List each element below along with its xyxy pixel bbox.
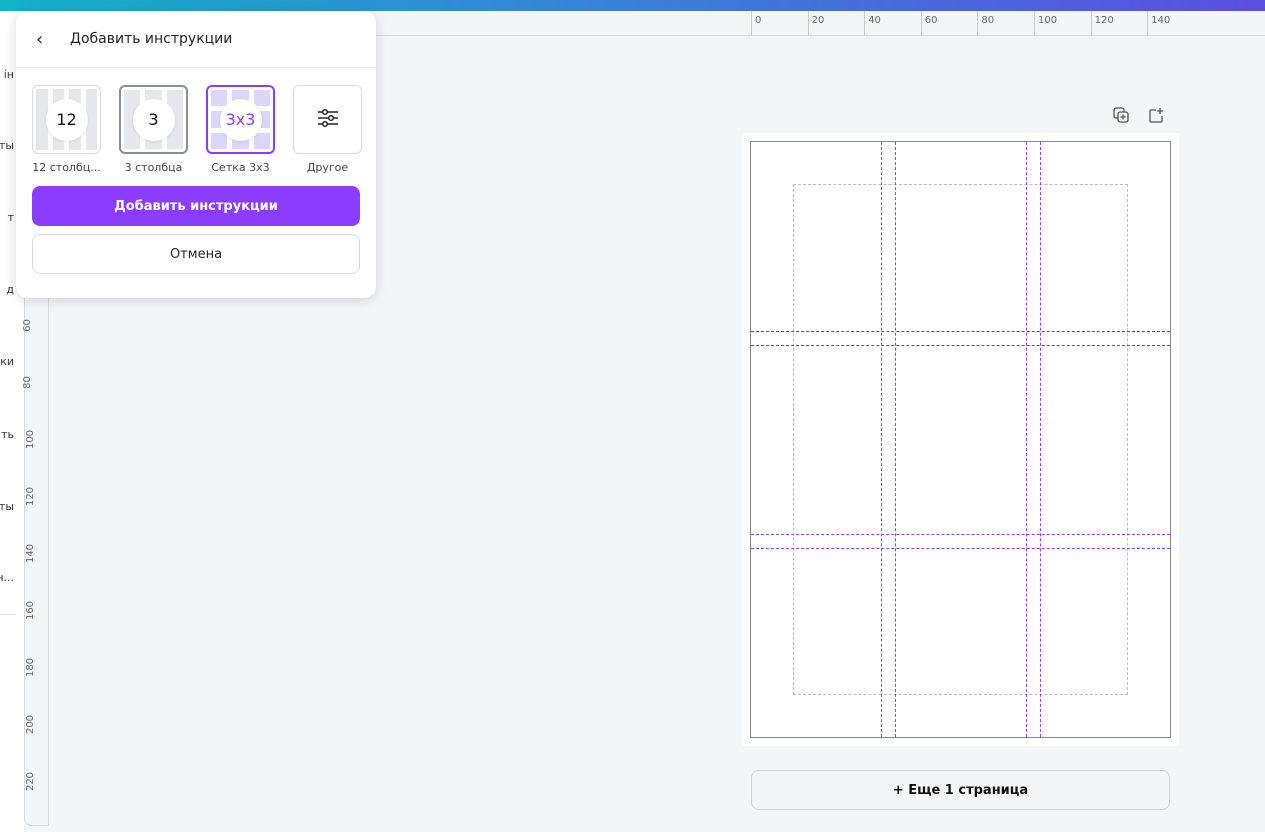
ruler-label: 180 bbox=[25, 657, 37, 678]
guide-horizontal[interactable] bbox=[751, 331, 1170, 332]
ruler-tick bbox=[1034, 11, 1035, 36]
option-3-columns[interactable]: 3 3 столбца bbox=[119, 85, 188, 174]
ruler-label: 100 bbox=[25, 429, 37, 450]
duplicate-page-icon[interactable] bbox=[1110, 104, 1132, 126]
ruler-label: 140 bbox=[1151, 15, 1171, 26]
ruler-label: 120 bbox=[1094, 15, 1114, 26]
add-page-button[interactable]: + Еще 1 страница bbox=[751, 770, 1170, 810]
sidebar-item[interactable]: ін bbox=[4, 68, 14, 81]
sidebar-item[interactable]: ты bbox=[0, 500, 14, 513]
back-chevron-icon[interactable]: ‹ bbox=[36, 29, 54, 50]
sidebar-item[interactable]: ты bbox=[0, 139, 14, 152]
sidebar-item[interactable]: ть bbox=[1, 428, 14, 441]
sidebar-item[interactable]: д bbox=[6, 283, 14, 296]
ruler-label: 160 bbox=[25, 600, 37, 621]
option-12-columns[interactable]: 12 12 столбц... bbox=[32, 85, 101, 174]
ruler-label: 100 bbox=[1038, 15, 1058, 26]
option-badge: 3 bbox=[132, 98, 175, 141]
add-page-icon[interactable] bbox=[1145, 104, 1167, 126]
option-label: Другое bbox=[306, 161, 349, 174]
add-guides-popup: ‹ Добавить инструкции 12 12 столбц... 3 … bbox=[16, 11, 376, 298]
ruler-label: 20 bbox=[811, 15, 825, 26]
sidebar-item[interactable]: ен... bbox=[0, 571, 14, 584]
guide-vertical[interactable] bbox=[881, 142, 882, 737]
ruler-tick bbox=[751, 11, 752, 36]
ruler-tick bbox=[920, 11, 922, 36]
option-label: 3 столбца bbox=[124, 161, 183, 174]
sidebar-item[interactable]: т bbox=[8, 211, 14, 224]
ruler-label: 200 bbox=[25, 714, 37, 735]
option-label: 12 столбц... bbox=[32, 161, 101, 174]
ruler-label: 80 bbox=[981, 15, 995, 26]
ruler-label: 140 bbox=[25, 543, 37, 564]
option-badge: 12 bbox=[45, 98, 88, 141]
ruler-tick bbox=[1147, 11, 1149, 36]
divider bbox=[0, 614, 16, 615]
ruler-tick bbox=[977, 11, 979, 36]
guide-horizontal[interactable] bbox=[751, 345, 1170, 346]
guide-vertical[interactable] bbox=[1026, 142, 1027, 737]
sidebar-item[interactable]: ки bbox=[0, 355, 14, 368]
ruler-label: 120 bbox=[25, 486, 37, 507]
add-guides-button[interactable]: Добавить инструкции bbox=[32, 186, 360, 226]
page-border bbox=[750, 141, 1171, 738]
popup-title: Добавить инструкции bbox=[70, 31, 233, 47]
ruler-tick bbox=[864, 11, 866, 36]
sliders-icon bbox=[317, 108, 339, 132]
top-bar bbox=[0, 0, 1265, 11]
ruler-tick bbox=[807, 11, 809, 36]
guide-horizontal[interactable] bbox=[751, 548, 1170, 549]
ruler-label: 80 bbox=[21, 376, 33, 389]
option-custom[interactable]: Другое bbox=[293, 85, 362, 174]
design-page[interactable] bbox=[742, 133, 1179, 746]
option-label: Сетка 3x3 bbox=[211, 161, 270, 174]
ruler-label: 40 bbox=[868, 15, 881, 26]
guide-vertical[interactable] bbox=[895, 142, 896, 737]
guide-vertical[interactable] bbox=[1040, 142, 1041, 737]
ruler-tick bbox=[1090, 11, 1092, 36]
guide-horizontal[interactable] bbox=[751, 534, 1170, 535]
ruler-label: 220 bbox=[25, 771, 37, 792]
margin-guide bbox=[793, 184, 1128, 695]
ruler-label: 0 bbox=[755, 15, 762, 26]
option-3x3-grid[interactable]: 3x3 Сетка 3x3 bbox=[206, 85, 275, 174]
ruler-label: 60 bbox=[21, 319, 33, 332]
cancel-button[interactable]: Отмена bbox=[32, 234, 360, 274]
option-badge: 3x3 bbox=[219, 98, 262, 141]
ruler-label: 60 bbox=[924, 15, 938, 26]
